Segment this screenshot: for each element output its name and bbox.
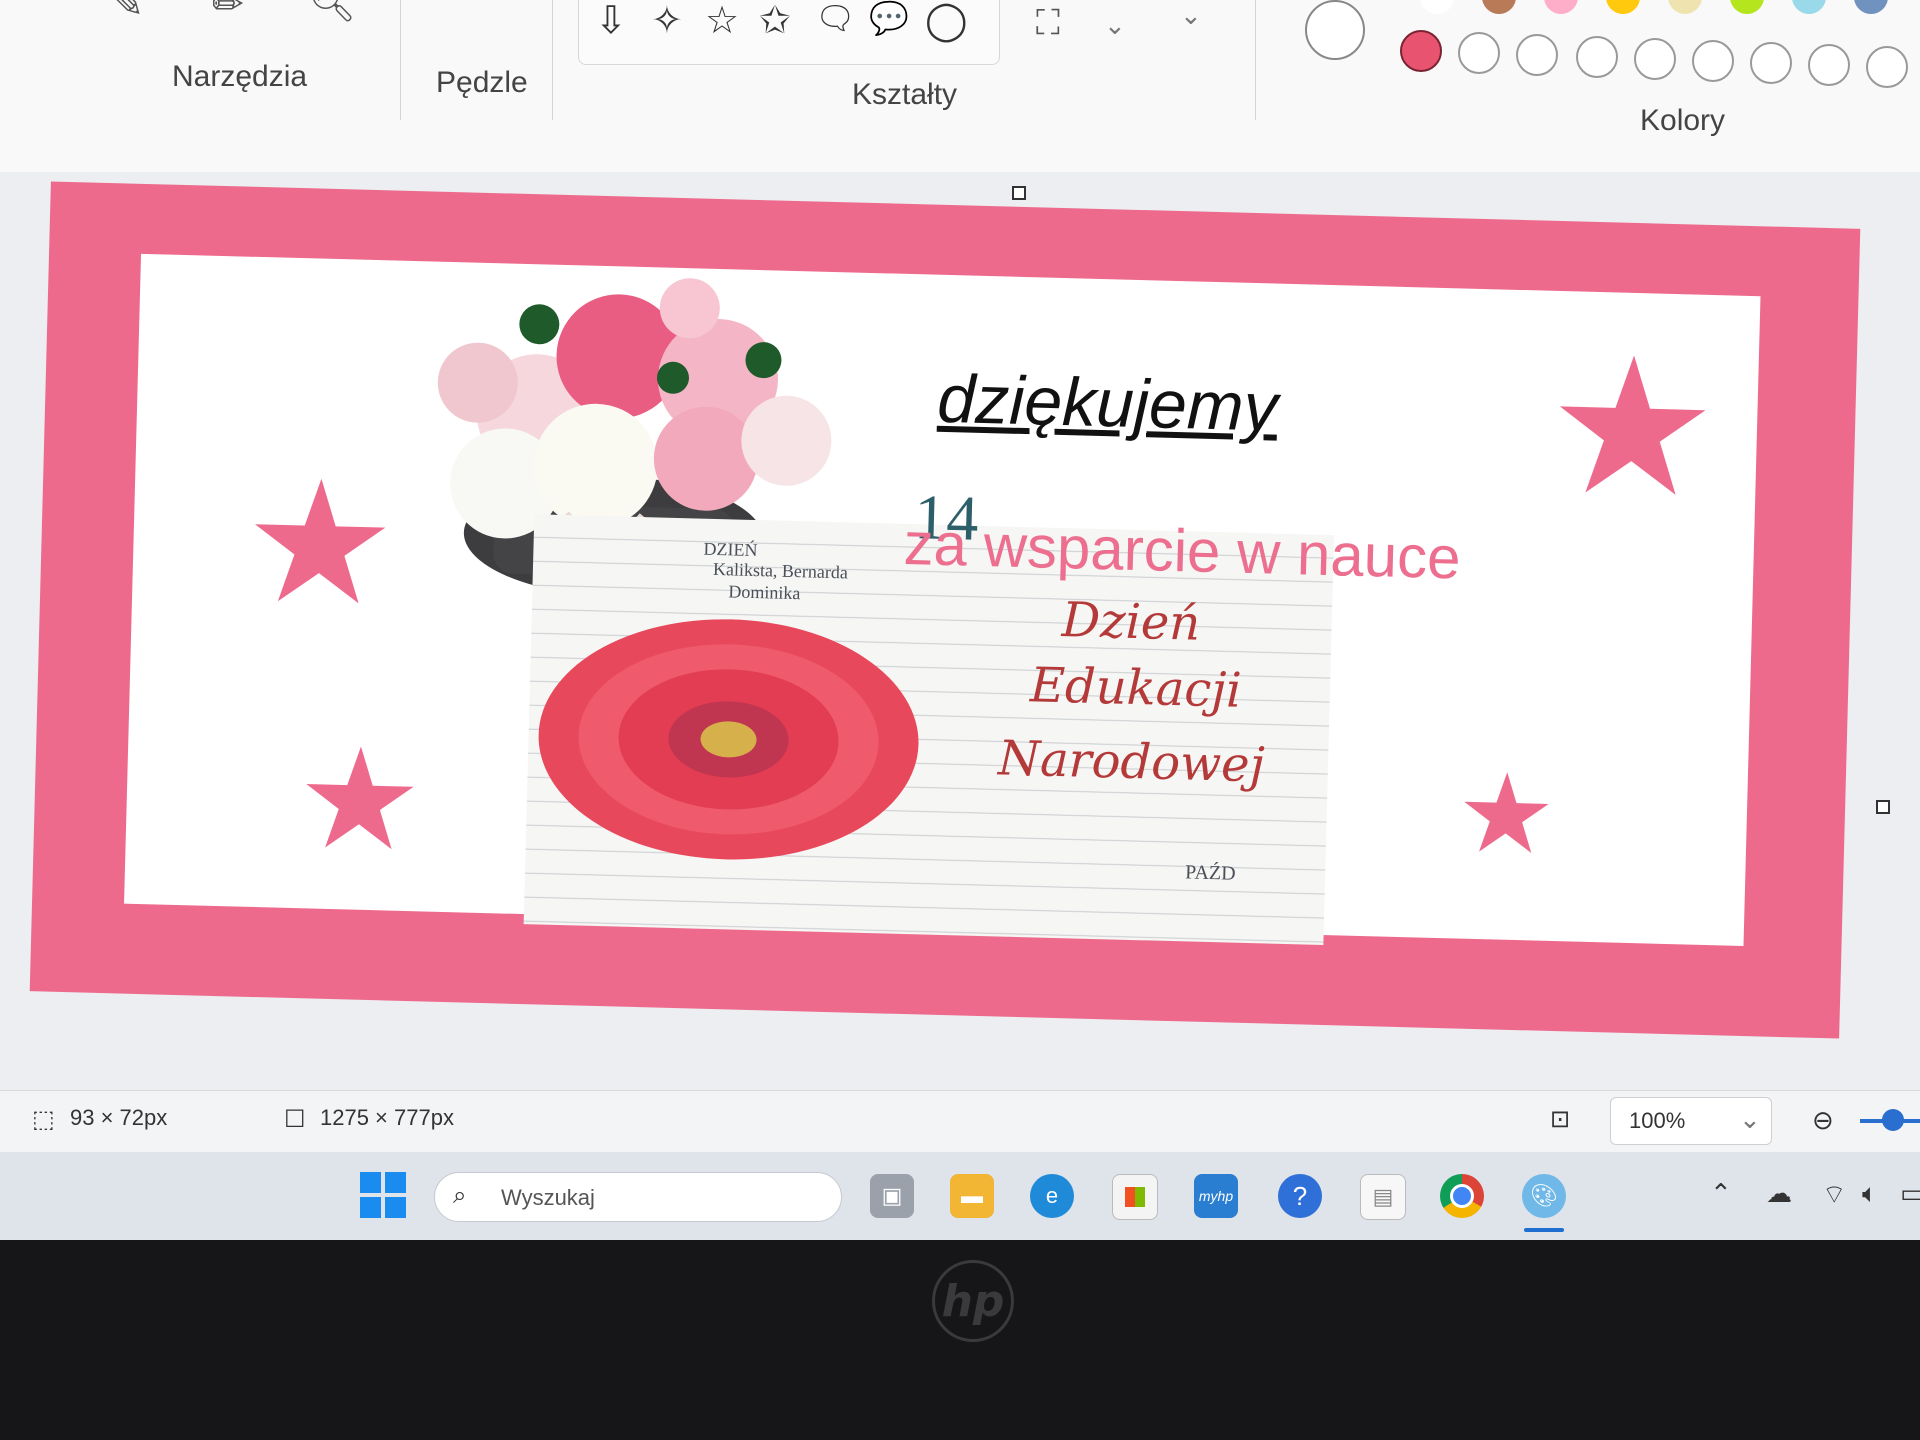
color-1-swatch[interactable] (1305, 0, 1365, 60)
help-icon[interactable]: ? (1278, 1174, 1322, 1218)
palette-color-swatch[interactable] (1606, 0, 1640, 14)
chevron-down-icon: ⌄ (1739, 1104, 1761, 1134)
calendar-month: PAŹD (1184, 861, 1236, 885)
wifi-icon[interactable]: ⌔ (1822, 1178, 1846, 1211)
selection-icon: ⬚ (32, 1106, 55, 1133)
custom-color-slot[interactable] (1866, 46, 1908, 88)
custom-color-slot[interactable] (1516, 34, 1558, 76)
custom-color-slot[interactable] (1692, 40, 1734, 82)
shape-fill-icon[interactable]: ⛶ (1036, 6, 1060, 40)
star-decoration: ★ (294, 719, 425, 880)
paint-app-icon[interactable]: 🎨︎ (1522, 1174, 1566, 1218)
palette-color-swatch[interactable] (1420, 0, 1454, 14)
zoom-dropdown[interactable]: 100% ⌄ (1610, 1097, 1772, 1145)
tools-group-label: Narzędzia (172, 60, 308, 93)
star-decoration: ★ (1455, 751, 1558, 878)
gerbera-flower-image (538, 619, 919, 860)
custom-color-slot[interactable] (1576, 36, 1618, 78)
eraser-icon[interactable]: ✎ (112, 0, 144, 24)
shapes-group-label: Kształty (852, 78, 958, 111)
ribbon-divider (552, 0, 553, 120)
chrome-browser-icon[interactable] (1440, 1174, 1484, 1218)
onedrive-icon[interactable]: ☁ (1766, 1178, 1792, 1209)
zoom-slider-thumb[interactable] (1882, 1109, 1904, 1131)
four-point-star-shape[interactable]: ✧ (651, 2, 683, 40)
greeting-line-3: Narodowej (997, 730, 1266, 794)
hp-logo: hp (932, 1260, 1014, 1342)
canvas-image[interactable]: 14 DZIEŃ Kaliksta, Bernarda Dominika Dzi… (29, 181, 1861, 1039)
image-size: 1275 × 777px (320, 1105, 454, 1130)
chevron-down-icon[interactable]: ⌄ (1104, 10, 1126, 41)
rect-callout-shape[interactable]: 🗨 (815, 2, 856, 34)
six-point-star-shape[interactable]: ✩ (759, 2, 791, 40)
magnifier-icon[interactable]: 🔍︎ (308, 0, 356, 22)
ribbon-divider (400, 0, 401, 120)
fit-to-window-icon[interactable]: ⊡ (1550, 1105, 1570, 1134)
palette-color-swatch[interactable] (1668, 0, 1702, 14)
canvas-size-icon: ☐ (284, 1106, 306, 1133)
cloud-callout-shape[interactable]: ◯ (925, 2, 968, 40)
search-icon: ⌕ (453, 1182, 467, 1209)
zoom-out-icon[interactable]: ⊖ (1812, 1105, 1834, 1136)
shapes-gallery: ⇩ ✧ ☆ ✩ 🗨 💬 ◯ (578, 0, 1000, 65)
monitor-screen: ✎ ✏ 🔍︎ Narzędzia Pędzle ⇩ ✧ ☆ ✩ 🗨 💬 ◯ ⛶ … (0, 0, 1920, 1240)
greeting-line-1: Dzień (1061, 592, 1201, 652)
calendar-header: DZIEŃ (703, 538, 758, 561)
pencil-icon[interactable]: ✏ (212, 0, 244, 24)
thanks-heading: dziękujemy (936, 360, 1279, 446)
palette-color-swatch[interactable] (1482, 0, 1516, 14)
chevron-up-icon[interactable]: ⌃ (1710, 1178, 1732, 1209)
active-app-indicator (1524, 1228, 1564, 1232)
star-decoration: ★ (241, 446, 399, 641)
task-view-icon[interactable]: ▣ (870, 1174, 914, 1218)
edge-browser-icon[interactable]: e (1030, 1174, 1074, 1218)
taskbar: ⌕ Wyszukaj ▣ ▬ e myhp ? ▤ 🎨︎ ⌃ ☁ ⌔ 🔈︎ ▭ (0, 1152, 1920, 1240)
battery-icon[interactable]: ▭ (1900, 1178, 1920, 1209)
custom-color-slot[interactable] (1750, 42, 1792, 84)
right-resize-handle[interactable] (1876, 800, 1890, 814)
file-explorer-icon[interactable]: ▬ (950, 1174, 994, 1218)
selection-size: 93 × 72px (70, 1105, 168, 1130)
ribbon-divider (1255, 0, 1256, 120)
support-subheading: za wsparcie w nauce (902, 509, 1462, 592)
windows-start-icon[interactable] (360, 1172, 406, 1218)
oval-callout-shape[interactable]: 💬 (869, 2, 909, 34)
palette-color-swatch[interactable] (1730, 0, 1764, 14)
card-background: 14 DZIEŃ Kaliksta, Bernarda Dominika Dzi… (124, 253, 1761, 947)
search-placeholder: Wyszukaj (501, 1185, 595, 1210)
notepad-icon[interactable]: ▤ (1360, 1174, 1406, 1220)
taskbar-search[interactable]: ⌕ Wyszukaj (434, 1172, 842, 1222)
myhp-app-icon[interactable]: myhp (1194, 1174, 1238, 1218)
brushes-group-label[interactable]: Pędzle (436, 66, 528, 100)
ribbon: ✎ ✏ 🔍︎ Narzędzia Pędzle ⇩ ✧ ☆ ✩ 🗨 💬 ◯ ⛶ … (0, 0, 1920, 173)
custom-color-slot[interactable] (1458, 32, 1500, 74)
colors-group-label: Kolory (1640, 104, 1726, 137)
palette-color-swatch[interactable] (1854, 0, 1888, 14)
greeting-line-2: Edukacji (1029, 657, 1243, 719)
down-arrow-shape[interactable]: ⇩ (595, 2, 627, 40)
calendar-names: Kaliksta, Bernarda (712, 558, 849, 583)
five-point-star-shape[interactable]: ☆ (705, 2, 739, 40)
palette-color-swatch[interactable] (1792, 0, 1826, 14)
selected-color-swatch[interactable] (1400, 30, 1442, 72)
zoom-value: 100% (1629, 1108, 1686, 1133)
custom-color-slot[interactable] (1808, 44, 1850, 86)
volume-icon[interactable]: 🔈︎ (1862, 1178, 1878, 1210)
star-decoration: ★ (1544, 319, 1721, 537)
microsoft-store-icon[interactable] (1112, 1174, 1158, 1220)
chevron-down-icon[interactable]: ⌄ (1180, 0, 1202, 31)
palette-color-swatch[interactable] (1544, 0, 1578, 14)
custom-color-slot[interactable] (1634, 38, 1676, 80)
status-bar: ⬚ 93 × 72px ☐ 1275 × 777px ⊡ 100% ⌄ ⊖ (0, 1090, 1920, 1153)
top-resize-handle[interactable] (1012, 186, 1026, 200)
